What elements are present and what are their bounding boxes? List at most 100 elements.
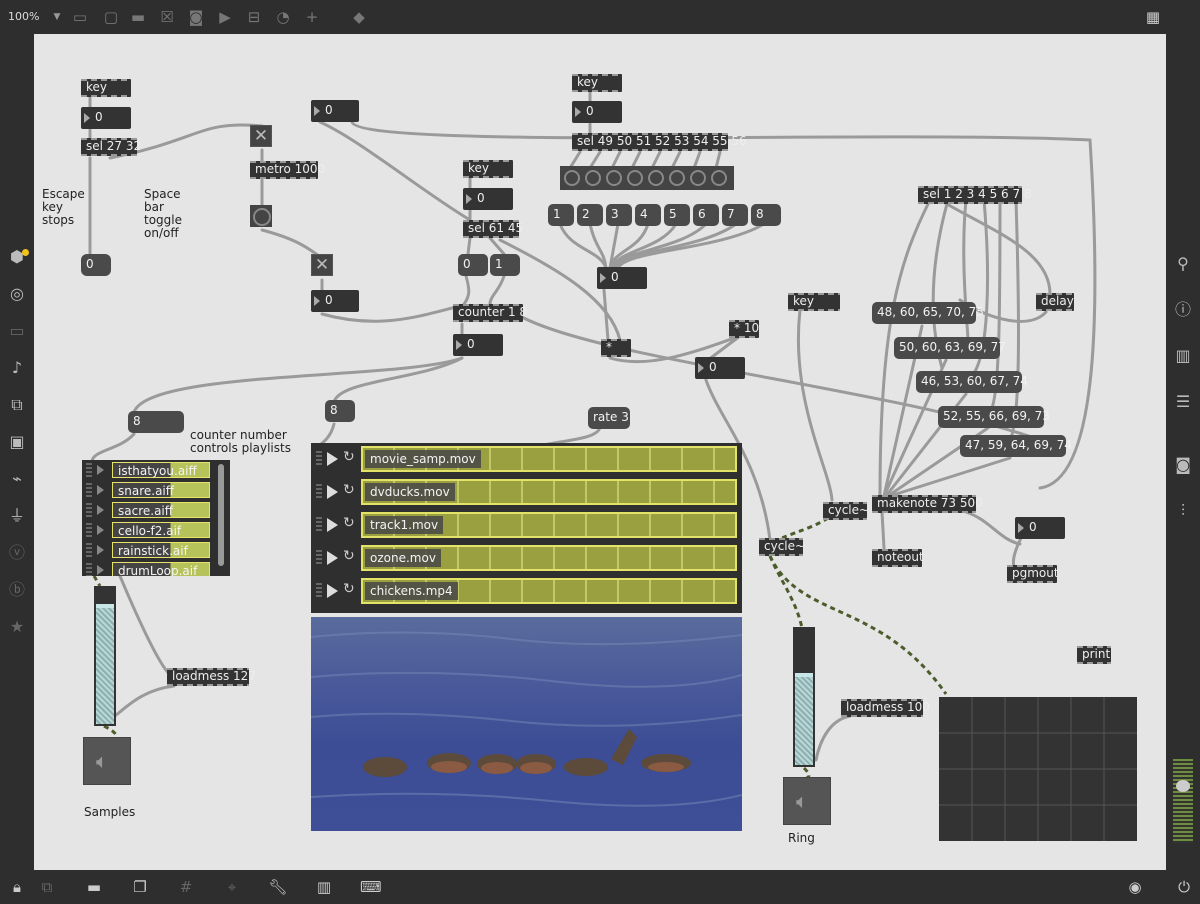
- noteout-object[interactable]: noteout: [872, 549, 924, 567]
- number-box-3[interactable]: 0: [572, 101, 622, 123]
- drag-handle-icon[interactable]: [316, 583, 322, 599]
- number-box-2[interactable]: 0: [463, 188, 513, 210]
- drag-handle-icon[interactable]: [86, 543, 92, 557]
- speaker-button[interactable]: 🔈︎: [83, 737, 131, 785]
- b-icon[interactable]: ⓑ: [7, 580, 27, 600]
- playlist-item[interactable]: cello-f2.aif: [82, 520, 230, 540]
- grid-view-icon[interactable]: ▦: [1143, 8, 1163, 26]
- wrench-icon[interactable]: 🔧︎: [268, 878, 288, 896]
- drag-handle-icon[interactable]: [86, 463, 92, 477]
- message-digit[interactable]: 5: [664, 204, 690, 226]
- number-box-times10[interactable]: 0: [695, 357, 745, 379]
- message-0[interactable]: 0: [458, 254, 488, 276]
- play-icon[interactable]: [97, 545, 104, 555]
- playlist-item[interactable]: ↻ track1.mov: [311, 509, 742, 541]
- play-icon[interactable]: ◉: [1125, 878, 1145, 896]
- message-digit[interactable]: 6: [693, 204, 719, 226]
- book-icon[interactable]: ▥: [1173, 346, 1193, 366]
- edit-icon[interactable]: ⧉: [37, 878, 57, 896]
- key-object-3[interactable]: key: [572, 74, 622, 92]
- number-box[interactable]: 0: [81, 107, 131, 129]
- number-box-pgm[interactable]: 0: [1015, 517, 1065, 539]
- slider-knob[interactable]: [96, 604, 114, 608]
- v-icon[interactable]: ⓥ: [7, 543, 27, 563]
- delay-object[interactable]: delay: [1036, 293, 1074, 311]
- clip-icon[interactable]: ⌁: [7, 469, 27, 489]
- number-box-counter[interactable]: 0: [453, 334, 503, 356]
- video-playlist[interactable]: ↻ movie_samp.mov ↻ dvducks.mov ↻ track1.mov…: [311, 443, 742, 613]
- message-digit[interactable]: 2: [577, 204, 603, 226]
- key-object-2[interactable]: key: [463, 160, 513, 178]
- info-icon[interactable]: ⓘ: [1173, 300, 1193, 320]
- chord-message[interactable]: 47, 59, 64, 69, 74: [960, 435, 1072, 457]
- playlist-item[interactable]: ↻ dvducks.mov: [311, 476, 742, 508]
- counter-object[interactable]: counter 1 8: [453, 304, 527, 322]
- loop-icon[interactable]: ↻: [343, 516, 357, 530]
- radio-circle-icon[interactable]: [711, 170, 727, 186]
- lock-icon[interactable]: 🔒︎: [7, 878, 27, 896]
- list-icon[interactable]: ☰: [1173, 392, 1193, 412]
- loadmess-127-object[interactable]: loadmess 127: [167, 668, 256, 686]
- dial-icon[interactable]: ◔: [273, 8, 293, 26]
- playlist-item[interactable]: sacre.aiff: [82, 500, 230, 520]
- cycle-object-2[interactable]: cycle~: [759, 538, 805, 556]
- playlist-item[interactable]: ↻ chickens.mp4: [311, 575, 742, 607]
- print-object[interactable]: print: [1077, 646, 1111, 664]
- samples-gain-slider[interactable]: [94, 586, 116, 726]
- comment-icon[interactable]: ▢: [101, 8, 121, 26]
- drag-handle-icon[interactable]: [316, 484, 322, 500]
- loop-icon[interactable]: ↻: [343, 549, 357, 563]
- nodes-grid[interactable]: [939, 697, 1137, 841]
- radio-circle-icon[interactable]: [606, 170, 622, 186]
- circle-icon[interactable]: ◎: [7, 284, 27, 304]
- search-icon[interactable]: ⚲: [1173, 254, 1193, 274]
- playlist-item[interactable]: drumLoop.aif: [82, 560, 230, 576]
- toggle-icon[interactable]: ☒: [157, 8, 177, 26]
- radio-circle-icon[interactable]: [627, 170, 643, 186]
- radio-group[interactable]: [560, 166, 734, 190]
- rate-message[interactable]: rate 3: [588, 407, 630, 429]
- ring-gain-slider[interactable]: [793, 627, 815, 767]
- play-icon[interactable]: [97, 565, 104, 575]
- toggle-metro[interactable]: ✕: [250, 125, 272, 147]
- camera-icon[interactable]: ◙: [1173, 455, 1193, 475]
- playlist-item[interactable]: ↻ movie_samp.mov: [311, 443, 742, 475]
- loop-icon[interactable]: ↻: [343, 450, 357, 464]
- bang-button[interactable]: [250, 205, 272, 227]
- drag-handle-icon[interactable]: [86, 563, 92, 576]
- metro-object[interactable]: metro 1000: [250, 161, 325, 179]
- message-icon[interactable]: ▬: [128, 8, 148, 26]
- number-icon[interactable]: ⊟: [244, 8, 264, 26]
- magnet-icon[interactable]: ⌖: [222, 878, 242, 896]
- play-icon[interactable]: [327, 551, 338, 565]
- radio-circle-icon[interactable]: [669, 170, 685, 186]
- loop-icon[interactable]: ↻: [343, 483, 357, 497]
- play-icon[interactable]: [97, 525, 104, 535]
- sel-1-8-object[interactable]: sel 1 2 3 4 5 6 7 8: [918, 186, 1032, 204]
- key-object-4[interactable]: key: [788, 293, 840, 311]
- radio-circle-icon[interactable]: [585, 170, 601, 186]
- message-digit[interactable]: 4: [635, 204, 661, 226]
- chord-message[interactable]: 50, 60, 63, 69, 77: [894, 337, 1006, 359]
- radio-circle-icon[interactable]: [648, 170, 664, 186]
- windows-icon[interactable]: ❐: [130, 878, 150, 896]
- sliders-icon[interactable]: ⫶: [1173, 501, 1193, 521]
- toggle-counter[interactable]: ✕: [311, 254, 333, 276]
- play-icon[interactable]: [97, 465, 104, 475]
- play-icon[interactable]: [327, 518, 338, 532]
- presentation-icon[interactable]: ▭: [70, 8, 90, 26]
- key-object[interactable]: key: [81, 79, 131, 97]
- message-digit[interactable]: 8: [751, 204, 781, 226]
- number-box-top[interactable]: 0: [311, 100, 359, 122]
- playlist-scrollbar[interactable]: [218, 464, 224, 566]
- drag-handle-icon[interactable]: [86, 483, 92, 497]
- chord-message[interactable]: 48, 60, 65, 70, 75: [872, 302, 984, 324]
- message-digit[interactable]: 7: [722, 204, 748, 226]
- audio-playlist[interactable]: isthatyou.aiff snare.aiff sacre.aiff cel…: [82, 460, 230, 576]
- chord-message[interactable]: 46, 53, 60, 67, 74: [916, 371, 1028, 393]
- bang-icon[interactable]: ◙: [186, 8, 206, 26]
- image-icon[interactable]: ▣: [7, 432, 27, 452]
- chord-message[interactable]: 52, 55, 66, 69, 73: [938, 406, 1050, 428]
- sel-49-56-object[interactable]: sel 49 50 51 52 53 54 55 56: [572, 133, 747, 151]
- music-note-icon[interactable]: ♪: [7, 358, 27, 378]
